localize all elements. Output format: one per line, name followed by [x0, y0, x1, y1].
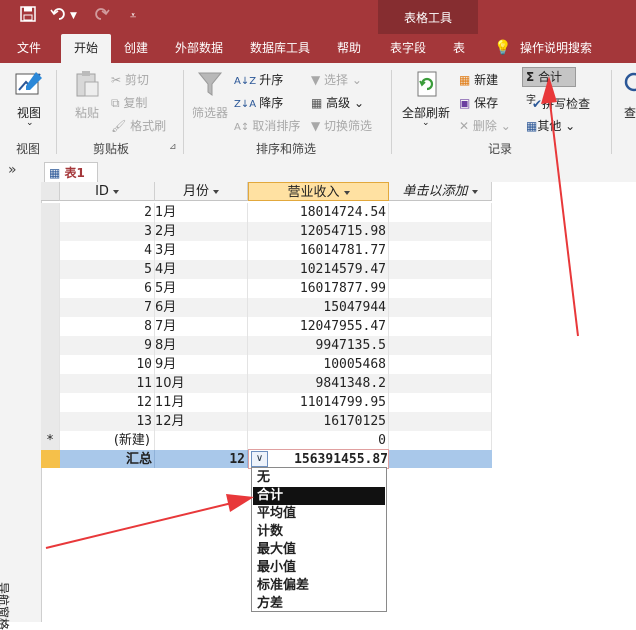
arrow-to-totals-button: [541, 76, 579, 337]
annotation-arrows: [45, 76, 579, 549]
arrow-to-sum-option: [45, 494, 254, 549]
